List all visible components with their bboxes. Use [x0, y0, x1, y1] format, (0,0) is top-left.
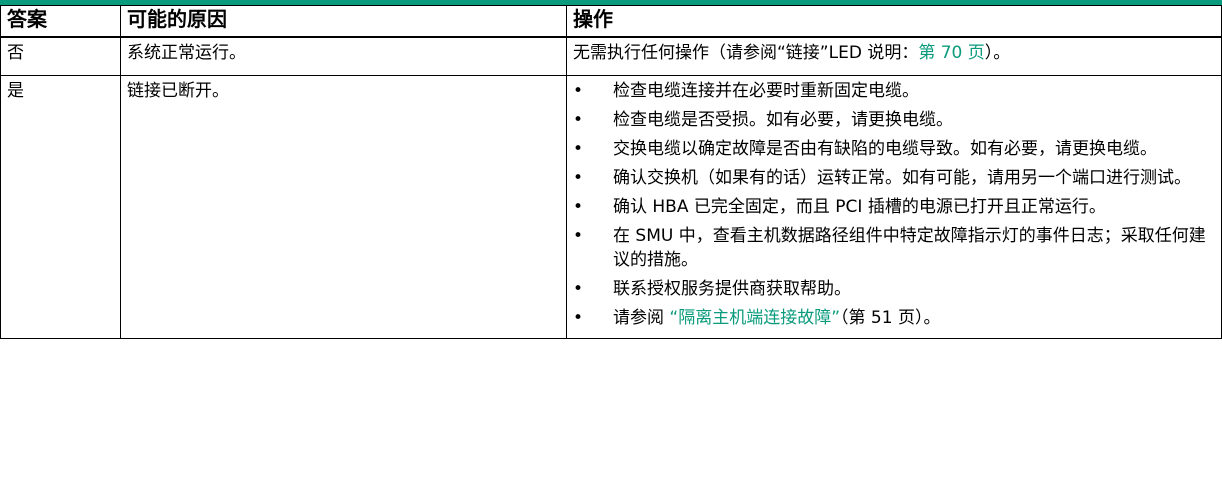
bullet-icon: • [573, 81, 584, 101]
bullet-icon: • [573, 279, 584, 299]
bullet-icon: • [573, 197, 584, 217]
cause-cell: 链接已断开。 [120, 75, 567, 339]
action-tail: ）。 [984, 43, 1011, 63]
bullet-icon: • [573, 139, 584, 159]
table-row: 是 链接已断开。 • 检查电缆连接并在必要时重新固定电缆。 • 检查电缆是否受损。如… [0, 75, 1222, 339]
list-item-text: 交换电缆以确定故障是否由有缺陷的电缆导致。如有必要，请更换电缆。 [613, 139, 1157, 159]
list-item-text: 检查电缆连接并在必要时重新固定电缆。 [613, 81, 919, 101]
list-item: • 确认交换机（如果有的话）运转正常。如有可能，请用另一个端口进行测试。 [573, 166, 1215, 190]
header-answer: 答案 [0, 5, 121, 38]
list-item-text: 联系授权服务提供商获取帮助。 [613, 279, 851, 299]
list-item-text: 确认 HBA 已完全固定，而且 PCI 插槽的电源已打开且正常运行。 [613, 197, 1106, 217]
list-item-text: 确认交换机（如果有的话）运转正常。如有可能，请用另一个端口进行测试。 [613, 168, 1191, 188]
list-item-text: 检查电缆是否受损。如有必要，请更换电缆。 [613, 110, 953, 130]
list-item: • 联系授权服务提供商获取帮助。 [573, 277, 1215, 301]
document-page: 答案 可能的原因 操作 否 系统正常运行。 无需执行任何操作（请参阅“链接”LE… [0, 0, 1222, 481]
table-header-row: 答案 可能的原因 操作 [0, 5, 1222, 38]
list-item: • 请参阅 “隔离主机端连接故障”（第 51 页）。 [573, 306, 1215, 330]
bullet-icon: • [573, 168, 584, 188]
list-item: • 检查电缆连接并在必要时重新固定电缆。 [573, 79, 1215, 103]
bullet-icon: • [573, 308, 584, 328]
list-item: • 交换电缆以确定故障是否由有缺陷的电缆导致。如有必要，请更换电缆。 [573, 137, 1215, 161]
bullet-icon: • [573, 226, 584, 246]
list-item-prefix: 请参阅 [613, 308, 670, 328]
section-link[interactable]: “隔离主机端连接故障” [669, 308, 840, 328]
list-item: • 确认 HBA 已完全固定，而且 PCI 插槽的电源已打开且正常运行。 [573, 195, 1215, 219]
action-list: • 检查电缆连接并在必要时重新固定电缆。 • 检查电缆是否受损。如有必要，请更换电缆… [573, 79, 1215, 330]
answer-cell: 否 [0, 36, 121, 76]
header-cause: 可能的原因 [120, 5, 567, 38]
action-cell: • 检查电缆连接并在必要时重新固定电缆。 • 检查电缆是否受损。如有必要，请更换电缆… [566, 75, 1222, 339]
action-cell: 无需执行任何操作（请参阅“链接”LED 说明：第 70 页）。 [566, 36, 1222, 76]
list-item: • 在 SMU 中，查看主机数据路径组件中特定故障指示灯的事件日志；采取任何建议的… [573, 224, 1215, 272]
page-link[interactable]: 第 70 页 [918, 43, 984, 63]
table-row: 否 系统正常运行。 无需执行任何操作（请参阅“链接”LED 说明：第 70 页）… [0, 36, 1222, 76]
bullet-icon: • [573, 110, 584, 130]
answer-cell: 是 [0, 75, 121, 339]
troubleshooting-table: 答案 可能的原因 操作 否 系统正常运行。 无需执行任何操作（请参阅“链接”LE… [0, 5, 1222, 339]
list-item-text: 在 SMU 中，查看主机数据路径组件中特定故障指示灯的事件日志；采取任何建议的措… [613, 226, 1206, 270]
header-action: 操作 [566, 5, 1222, 38]
action-text: 无需执行任何操作（请参阅“链接”LED 说明： [573, 43, 919, 63]
cause-cell: 系统正常运行。 [120, 36, 567, 76]
list-item-suffix: （第 51 页）。 [840, 308, 941, 328]
list-item: • 检查电缆是否受损。如有必要，请更换电缆。 [573, 108, 1215, 132]
